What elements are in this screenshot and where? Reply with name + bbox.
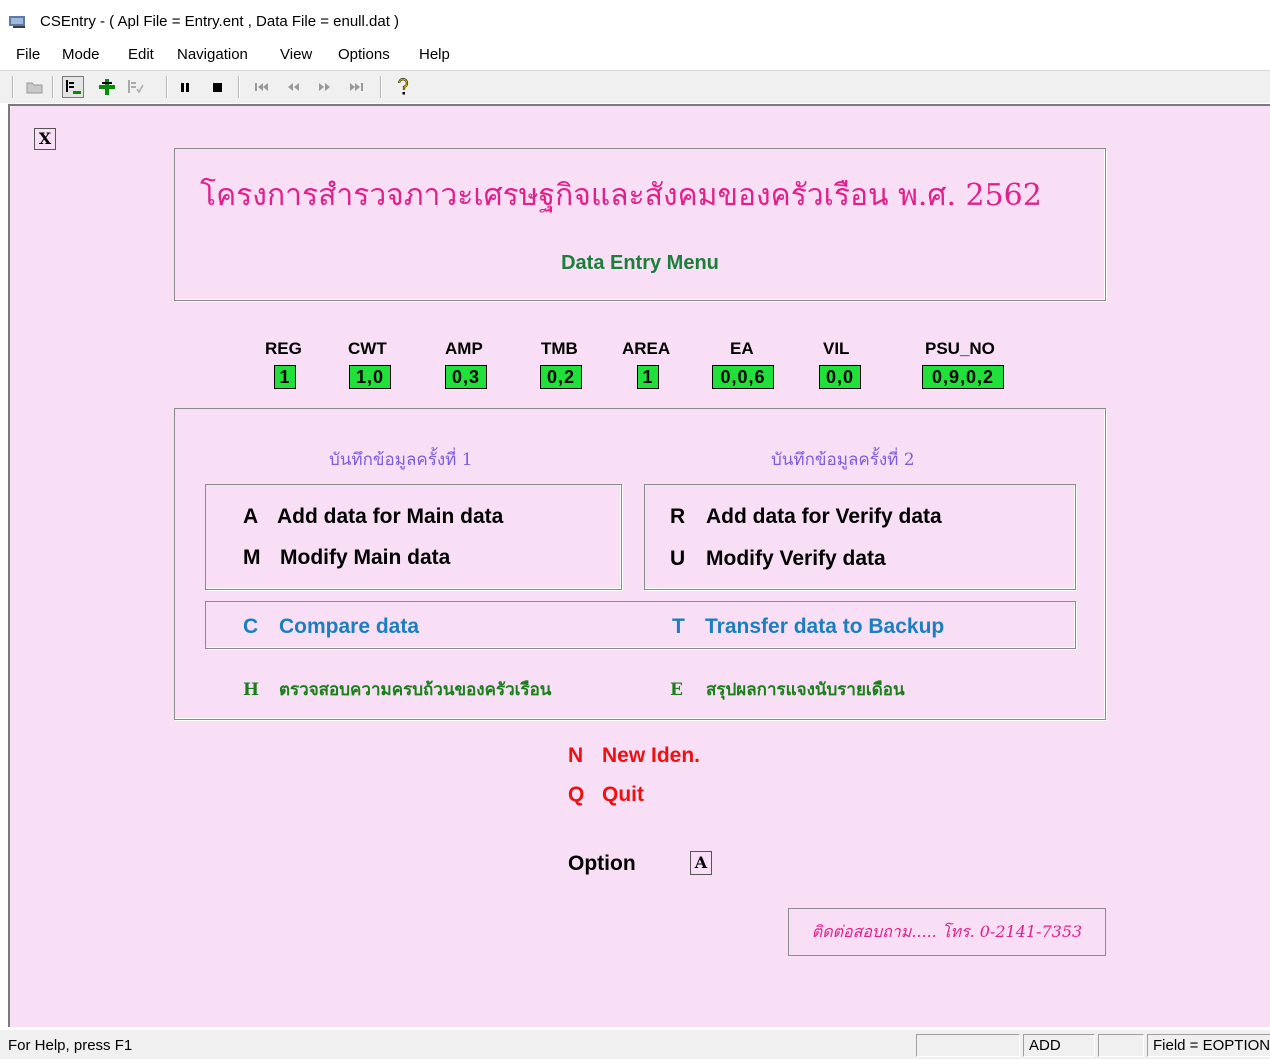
id-field-amp[interactable]: 0,3	[445, 365, 487, 389]
survey-title: โครงการสำรวจภาวะเศรษฐกิจและสังคมของครัวเ…	[200, 178, 1042, 213]
toolbar-separator	[380, 76, 382, 98]
menu-options[interactable]: Options	[338, 44, 390, 66]
id-label-ea: EA	[730, 339, 754, 358]
section1-heading: บันทึกข้อมูลครั้งที่ 1	[329, 450, 473, 470]
option-label: Add data for Verify data	[706, 505, 942, 528]
option-label: Compare data	[279, 615, 420, 638]
add-verify-data-option[interactable]: R Add data for Verify data	[670, 505, 942, 529]
option-label: Add data for Main data	[277, 505, 504, 528]
compare-data-option[interactable]: C Compare data	[243, 615, 419, 639]
id-label-area: AREA	[622, 339, 671, 358]
stop-icon[interactable]	[206, 76, 228, 98]
option-label: Quit	[602, 783, 644, 806]
contact-info: ติดต่อสอบถาม..... โทร. 0-2141-7353	[788, 908, 1106, 956]
status-bar: For Help, press F1 ADD Field = EOPTION	[0, 1030, 1270, 1059]
id-field-ea[interactable]: 0,0,6	[712, 365, 774, 389]
option-key-n: N	[568, 744, 584, 767]
open-folder-icon[interactable]	[24, 76, 46, 98]
transfer-data-option[interactable]: T Transfer data to Backup	[672, 615, 944, 639]
id-label-vil: VIL	[823, 339, 850, 358]
menu-subtitle: Data Entry Menu	[561, 252, 719, 274]
id-label-cwt: CWT	[348, 339, 387, 358]
option-label: Modify Verify data	[706, 547, 886, 570]
menu-help[interactable]: Help	[419, 44, 450, 66]
menu-mode[interactable]: Mode	[62, 44, 100, 66]
new-iden-option[interactable]: N New Iden.	[568, 744, 700, 768]
section2-heading: บันทึกข้อมูลครั้งที่ 2	[771, 450, 915, 470]
help-icon[interactable]	[392, 76, 414, 98]
id-label-amp: AMP	[445, 339, 483, 358]
modify-mode-icon[interactable]	[96, 76, 118, 98]
option-key-e: E	[670, 680, 683, 700]
id-field-area[interactable]: 1	[637, 365, 659, 389]
menu-edit[interactable]: Edit	[128, 44, 154, 66]
id-label-tmb: TMB	[541, 339, 578, 358]
status-mode: ADD	[1023, 1034, 1095, 1057]
header-panel	[174, 148, 1106, 301]
option-key-m: M	[243, 546, 261, 569]
option-key-a: A	[243, 505, 259, 528]
status-field: Field = EOPTION	[1147, 1034, 1270, 1057]
option-label: New Iden.	[602, 744, 701, 767]
status-help-text: For Help, press F1	[8, 1037, 133, 1054]
menu-bar: File Mode Edit Navigation View Options H…	[0, 44, 1270, 68]
option-label: ตรวจสอบความครบถ้วนของครัวเรือน	[279, 680, 552, 700]
monthly-summary-option[interactable]: E สรุปผลการแจงนับรายเดือน	[670, 676, 905, 703]
option-input[interactable]: A	[690, 851, 712, 875]
status-pane-1	[916, 1034, 1020, 1057]
id-field-vil[interactable]: 0,0	[819, 365, 861, 389]
status-pane-3	[1098, 1034, 1144, 1057]
csentry-app-icon	[9, 16, 25, 28]
option-label: สรุปผลการแจงนับรายเดือน	[706, 680, 905, 700]
id-field-tmb[interactable]: 0,2	[540, 365, 582, 389]
modify-verify-data-option[interactable]: U Modify Verify data	[670, 547, 886, 571]
last-record-icon[interactable]	[346, 76, 368, 98]
pause-icon[interactable]	[174, 76, 196, 98]
option-label: Option	[568, 852, 636, 875]
menu-view[interactable]: View	[280, 44, 312, 66]
add-mode-icon[interactable]	[62, 76, 84, 98]
option-key-h: H	[243, 680, 260, 700]
main-data-panel	[205, 484, 622, 590]
household-check-option[interactable]: H ตรวจสอบความครบถ้วนของครัวเรือน	[243, 676, 551, 703]
menu-file[interactable]: File	[16, 44, 40, 66]
toolbar-separator	[166, 76, 168, 98]
add-main-data-option[interactable]: A Add data for Main data	[243, 505, 503, 529]
modify-main-data-option[interactable]: M Modify Main data	[243, 546, 450, 570]
option-key-c: C	[243, 615, 259, 638]
option-label: Transfer data to Backup	[705, 615, 945, 638]
toolbar	[0, 70, 1270, 103]
title-bar: CSEntry - ( Apl File = Entry.ent , Data …	[0, 0, 1270, 44]
verify-data-panel	[644, 484, 1076, 590]
id-field-cwt[interactable]: 1,0	[349, 365, 391, 389]
previous-record-icon[interactable]	[282, 76, 304, 98]
toolbar-separator	[12, 76, 14, 98]
id-label-reg: REG	[265, 339, 302, 358]
verify-mode-icon[interactable]	[124, 76, 146, 98]
first-record-icon[interactable]	[250, 76, 272, 98]
window-title: CSEntry - ( Apl File = Entry.ent , Data …	[40, 13, 400, 30]
id-label-psu-no: PSU_NO	[925, 339, 995, 358]
quit-option[interactable]: Q Quit	[568, 783, 644, 807]
id-field-reg[interactable]: 1	[274, 365, 296, 389]
option-key-t: T	[672, 615, 685, 638]
toolbar-separator	[52, 76, 54, 98]
toolbar-separator	[238, 76, 240, 98]
option-key-q: Q	[568, 783, 585, 806]
option-key-u: U	[670, 547, 686, 570]
menu-navigation[interactable]: Navigation	[177, 44, 248, 66]
option-label: Modify Main data	[280, 546, 451, 569]
next-record-icon[interactable]	[314, 76, 336, 98]
option-key-r: R	[670, 505, 686, 528]
close-form-button[interactable]: X	[34, 128, 56, 150]
id-field-psu-no[interactable]: 0,9,0,2	[922, 365, 1004, 389]
